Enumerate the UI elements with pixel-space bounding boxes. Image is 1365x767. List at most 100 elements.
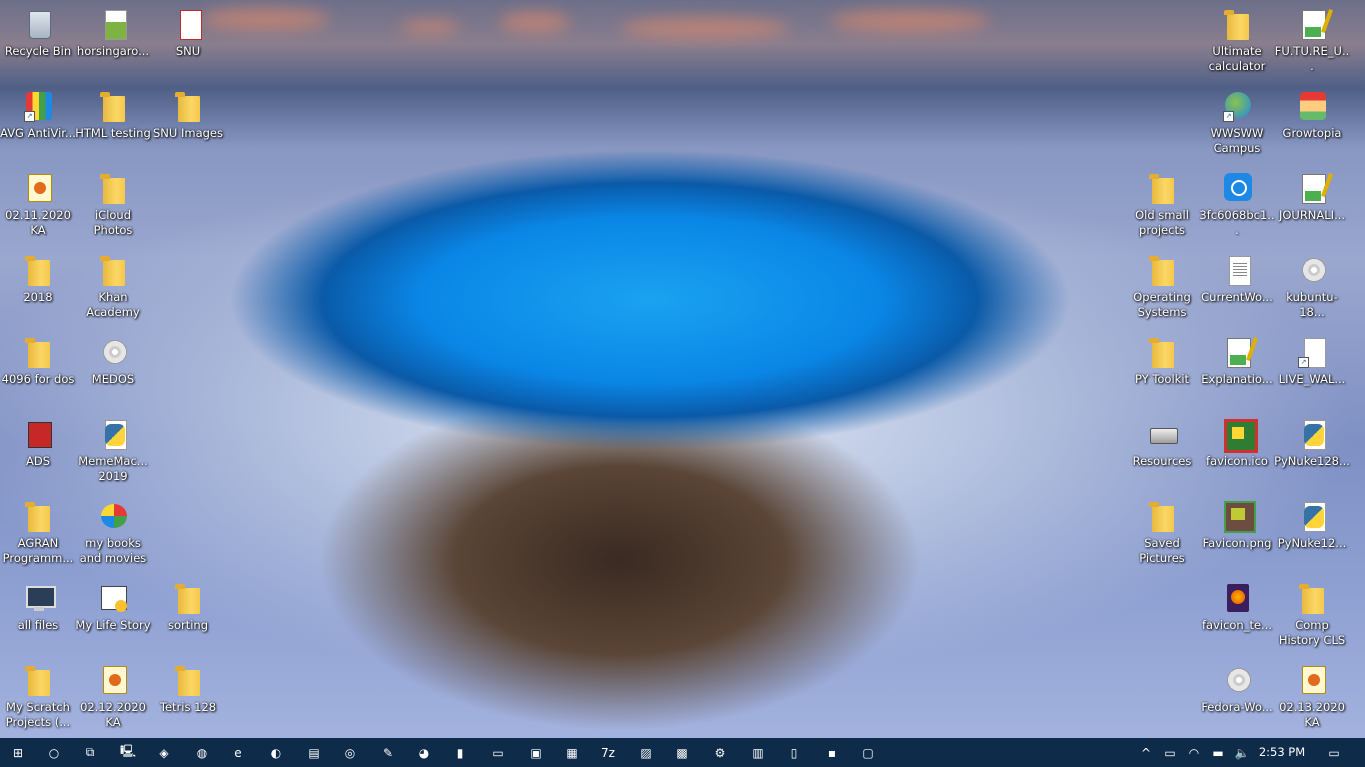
desktop-icon[interactable]: My Life Story — [75, 582, 151, 633]
wifi-icon[interactable]: ◠ — [1182, 746, 1206, 760]
desktop-icon-label: favicon.ico — [1206, 454, 1268, 468]
desktop-icon[interactable]: Recycle Bin — [0, 8, 76, 59]
desktop-icon[interactable]: FU.TU.RE_U... — [1274, 8, 1350, 74]
desktop-icon[interactable]: kubuntu-18... — [1274, 254, 1350, 320]
desktop-icon[interactable]: ADS — [0, 418, 76, 469]
desktop-icon-label: Recycle Bin — [4, 44, 72, 58]
windows-media-icon — [97, 500, 129, 532]
desktop-icon[interactable]: Fedora-Wo... — [1199, 664, 1275, 715]
desktop-icon[interactable]: ↗ LIVE_WAL... — [1274, 336, 1350, 387]
folder-icon — [97, 172, 129, 204]
desktop-icon[interactable]: 3fc6068bc1... — [1199, 172, 1275, 238]
desktop-icon[interactable]: PY Toolkit — [1124, 336, 1200, 387]
desktop-icon[interactable]: favicon.ico — [1199, 418, 1275, 469]
desktop-icon[interactable]: Favicon.png — [1199, 500, 1275, 551]
desktop-icon[interactable]: PyNuke12... — [1274, 500, 1350, 551]
desktop-icon[interactable]: JOURNALI... — [1274, 172, 1350, 223]
desktop-icon[interactable]: iCloud Photos — [75, 172, 151, 238]
desktop-icon[interactable]: 02.12.2020 KA — [75, 664, 151, 730]
this-pc-icon[interactable]: 🖳 — [110, 738, 146, 767]
notepad-plus-plus-file-icon — [1296, 172, 1328, 204]
desktop-icon[interactable]: sorting — [150, 582, 226, 633]
store-icon[interactable]: ▥ — [740, 738, 776, 767]
app-icon[interactable]: ◍ — [184, 738, 220, 767]
paint-icon[interactable]: ✎ — [370, 738, 406, 767]
desktop-icon[interactable]: Comp History CLS — [1274, 582, 1350, 648]
desktop-icon[interactable]: PyNuke128... — [1274, 418, 1350, 469]
desktop-icon[interactable]: SNU Images — [150, 90, 226, 141]
desktop-icon[interactable]: ↗ AVG AntiVir... — [0, 90, 76, 141]
desktop-icon[interactable]: Growtopia — [1274, 90, 1350, 141]
remote-desktop-icon[interactable]: ▢ — [850, 738, 886, 767]
folder-icon — [22, 500, 54, 532]
desktop-icon-label: 4096 for dos — [1, 372, 75, 386]
task-view-icon-glyph: ⧉ — [85, 745, 95, 759]
photos-icon[interactable]: ▣ — [518, 738, 554, 767]
desktop-icon[interactable]: Resources — [1124, 418, 1200, 469]
desktop-icon[interactable]: MEDOS — [75, 336, 151, 387]
desktop-icon[interactable]: Tetris 128 — [150, 664, 226, 715]
settings-gear-icon[interactable]: ⚙ — [702, 738, 738, 767]
desktop-icon[interactable]: Explanatio... — [1199, 336, 1275, 387]
desktop-icon[interactable]: favicon_te... — [1199, 582, 1275, 633]
sticky-notes-icon[interactable]: ▪ — [814, 738, 850, 767]
desktop-icon-label: Operating Systems — [1133, 290, 1191, 319]
desktop-icon[interactable]: my books and movies — [75, 500, 151, 566]
desktop-icon-label: Old small projects — [1135, 208, 1189, 237]
desktop-icon-label: Fedora-Wo... — [1201, 700, 1273, 714]
desktop-icon[interactable]: SNU — [150, 8, 226, 59]
tablet-icon[interactable]: ▭ — [1158, 746, 1182, 760]
notepad-icon[interactable]: ▤ — [296, 738, 332, 767]
office-icon[interactable]: ▩ — [664, 738, 700, 767]
desktop-icon-label: 3fc6068bc1... — [1199, 208, 1275, 237]
disc-image-icon — [1296, 254, 1328, 286]
chevron-up-icon[interactable]: ^ — [1134, 746, 1158, 760]
desktop-icon[interactable]: ↗ WWSWW Campus — [1199, 90, 1275, 156]
folder-icon — [172, 664, 204, 696]
gimp-icon[interactable]: ◕ — [406, 738, 442, 767]
desktop-icon[interactable]: 2018 — [0, 254, 76, 305]
desktop-icon-label: AVG AntiVir... — [0, 126, 76, 140]
desktop-icon[interactable]: all files — [0, 582, 76, 633]
desktop-icon[interactable]: Khan Academy — [75, 254, 151, 320]
battery-icon[interactable]: ▬ — [1206, 746, 1230, 760]
xbox-icon[interactable]: ◎ — [332, 738, 368, 767]
desktop-icon[interactable]: Ultimate calculator — [1199, 8, 1275, 74]
desktop-icon-label: Explanatio... — [1201, 372, 1273, 386]
desktop-icon[interactable]: Operating Systems — [1124, 254, 1200, 320]
desktop-icon[interactable]: AGRAN Programm... — [0, 500, 76, 566]
windows-start-icon[interactable]: ⊞ — [0, 738, 36, 767]
desktop-icon[interactable]: 02.11.2020 KA — [0, 172, 76, 238]
python-file-icon — [97, 418, 129, 450]
edge-browser-icon[interactable]: e — [220, 738, 256, 767]
sticky-notes-icon-glyph: ▪ — [827, 745, 837, 760]
cortana-search-icon[interactable]: ○ — [36, 738, 72, 767]
film-icon[interactable]: ▯ — [776, 738, 812, 767]
7zip-icon[interactable]: 7z — [590, 738, 626, 767]
code-editor-icon[interactable]: ◈ — [146, 738, 182, 767]
paint-3d-icon[interactable]: ▨ — [628, 738, 664, 767]
file-explorer-icon[interactable]: ▭ — [480, 738, 516, 767]
remote-desktop-icon-glyph: ▢ — [862, 745, 874, 760]
volume-icon[interactable]: 🔈 — [1230, 746, 1254, 760]
desktop-icon[interactable]: Old small projects — [1124, 172, 1200, 238]
desktop-icon-label: PyNuke12... — [1277, 536, 1347, 550]
task-view-icon[interactable]: ⧉ — [72, 738, 108, 767]
firefox-icon[interactable]: ◐ — [258, 738, 294, 767]
desktop-icon[interactable]: MemeMac... 2019 — [75, 418, 151, 484]
desktop-icon[interactable]: Saved Pictures — [1124, 500, 1200, 566]
desktop-icon[interactable]: HTML testing — [75, 90, 151, 141]
action-center-icon[interactable]: ▭ — [1316, 738, 1352, 767]
usb-tool-icon[interactable]: ▮ — [442, 738, 478, 767]
favicon-icon — [1221, 418, 1258, 453]
desktop-icon[interactable]: horsingaro... — [75, 8, 151, 59]
desktop-icon-label: Tetris 128 — [159, 700, 217, 714]
file-explorer-icon-glyph: ▭ — [492, 745, 504, 760]
taskbar-clock[interactable]: 2:53 PM — [1252, 738, 1312, 767]
desktop-icon[interactable]: CurrentWo... — [1199, 254, 1275, 305]
growtopia-icon — [1296, 90, 1328, 122]
desktop-icon[interactable]: My Scratch Projects (... — [0, 664, 76, 730]
desktop-icon[interactable]: 4096 for dos — [0, 336, 76, 387]
desktop-icon[interactable]: 02.13.2020 KA — [1274, 664, 1350, 730]
file-manager-icon[interactable]: ▦ — [554, 738, 590, 767]
